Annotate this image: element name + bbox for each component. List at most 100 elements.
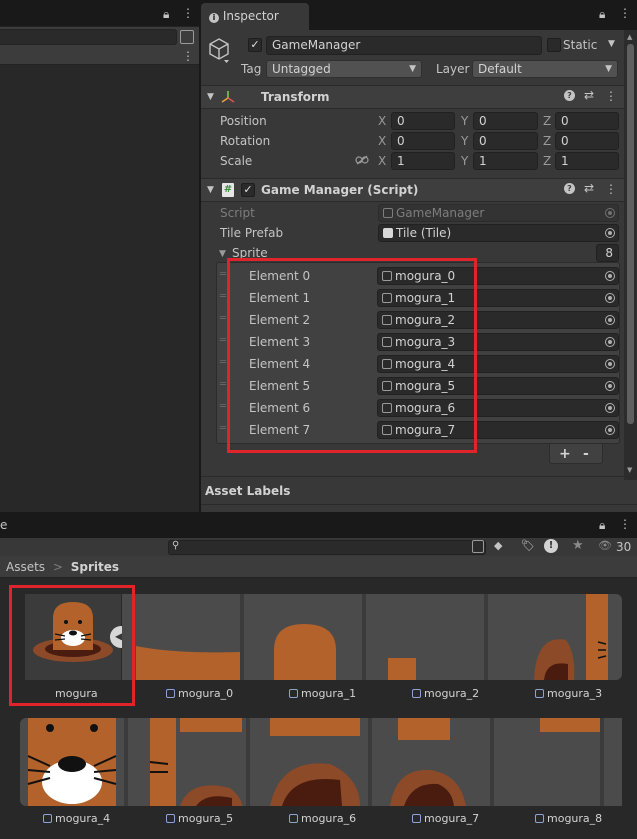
hidden-packages-icon[interactable]: ! bbox=[544, 539, 558, 553]
scale-y-field[interactable]: 1 bbox=[473, 152, 538, 170]
static-checkbox[interactable] bbox=[547, 38, 561, 52]
project-lock-icon[interactable]: 🔒︎ bbox=[599, 518, 605, 533]
element-picker-icon[interactable] bbox=[605, 293, 615, 303]
sprite-icon bbox=[166, 689, 175, 698]
gameobject-cube-icon[interactable] bbox=[207, 37, 231, 63]
drag-handle-icon[interactable]: ═ bbox=[220, 379, 226, 390]
rotation-z-axis-label: Z bbox=[543, 134, 552, 148]
sprite-strip-row2-image bbox=[27, 718, 604, 806]
scale-z-axis-label: Z bbox=[543, 154, 552, 168]
position-z-axis-label: Z bbox=[543, 114, 552, 128]
project-more-icon[interactable]: ⋮ bbox=[619, 517, 631, 531]
drag-handle-icon[interactable]: ═ bbox=[220, 423, 226, 434]
sprite-array-size-field[interactable]: 8 bbox=[596, 244, 619, 262]
breadcrumb: Assets > Sprites bbox=[0, 556, 637, 578]
layer-dropdown[interactable]: Default bbox=[472, 60, 618, 78]
script-foldout-arrow-icon[interactable]: ▼ bbox=[207, 185, 214, 195]
asset-label-text: mogura_6 bbox=[301, 812, 357, 825]
active-checkbox[interactable]: ✓ bbox=[248, 38, 262, 52]
rotation-y-field[interactable]: 0 bbox=[473, 132, 538, 150]
static-dropdown-arrow-icon[interactable]: ▼ bbox=[608, 39, 615, 49]
element-picker-icon[interactable] bbox=[605, 337, 615, 347]
inspector-lock-icon[interactable]: 🔒︎ bbox=[599, 7, 605, 22]
element-picker-icon[interactable] bbox=[605, 381, 615, 391]
search-scope-icon[interactable] bbox=[472, 540, 484, 553]
project-search-input[interactable] bbox=[168, 540, 486, 555]
tab-inspector[interactable]: i Inspector bbox=[201, 3, 309, 30]
position-z-field[interactable]: 0 bbox=[555, 112, 619, 130]
filter-by-type-icon[interactable]: ◆ bbox=[494, 539, 502, 552]
script-help-icon[interactable]: ? bbox=[564, 183, 575, 194]
script-file-icon bbox=[383, 208, 393, 218]
asset-label-text: mogura_4 bbox=[55, 812, 111, 825]
scale-x-axis-label: X bbox=[378, 154, 387, 168]
drag-handle-icon[interactable]: ═ bbox=[220, 335, 226, 346]
position-row: Position bbox=[220, 114, 267, 128]
scroll-down-arrow-icon[interactable]: ▼ bbox=[627, 466, 632, 474]
highlight-box-elements bbox=[227, 258, 477, 453]
drag-handle-icon[interactable]: ═ bbox=[220, 401, 226, 412]
position-y-field[interactable]: 0 bbox=[473, 112, 538, 130]
asset-label: mogura_4 bbox=[43, 812, 110, 825]
divider bbox=[201, 504, 637, 505]
object-name-field[interactable]: GameManager bbox=[266, 36, 542, 55]
script-more-icon[interactable]: ⋮ bbox=[605, 182, 617, 196]
rotation-x-field[interactable]: 0 bbox=[391, 132, 455, 150]
transform-axes-icon bbox=[221, 91, 235, 103]
element-picker-icon[interactable] bbox=[605, 403, 615, 413]
visible-count: 30 bbox=[616, 540, 632, 554]
element-picker-icon[interactable] bbox=[605, 271, 615, 281]
drag-handle-icon[interactable]: ═ bbox=[220, 357, 226, 368]
asset-label: mogura_8 bbox=[535, 812, 602, 825]
hierarchy-header-row bbox=[0, 47, 199, 65]
element-picker-icon[interactable] bbox=[605, 315, 615, 325]
rotation-x-axis-label: X bbox=[378, 134, 387, 148]
presets-icon[interactable]: ⇄ bbox=[584, 88, 594, 102]
hierarchy-search-input[interactable] bbox=[0, 29, 177, 45]
rotation-z-field[interactable]: 0 bbox=[555, 132, 619, 150]
breadcrumb-assets[interactable]: Assets bbox=[6, 560, 45, 574]
search-options-icon[interactable] bbox=[180, 30, 194, 44]
drag-handle-icon[interactable]: ═ bbox=[220, 291, 226, 302]
sprite-foldout-arrow-icon[interactable]: ▼ bbox=[219, 249, 226, 259]
scroll-up-arrow-icon[interactable]: ▲ bbox=[627, 33, 632, 41]
tile-prefab-field[interactable]: Tile (Tile) bbox=[378, 224, 619, 242]
tag-dropdown[interactable]: Untagged bbox=[266, 60, 422, 78]
add-element-button[interactable]: + bbox=[559, 446, 571, 462]
hierarchy-more-icon[interactable]: ⋮ bbox=[182, 49, 194, 63]
sprite-icon bbox=[43, 814, 52, 823]
rotation-label: Rotation bbox=[220, 134, 271, 148]
lock-icon[interactable]: 🔒︎ bbox=[163, 7, 169, 22]
transform-foldout-arrow-icon[interactable]: ▼ bbox=[207, 92, 214, 102]
transform-more-icon[interactable]: ⋮ bbox=[605, 89, 617, 103]
script-enabled-checkbox[interactable]: ✓ bbox=[241, 183, 255, 197]
tile-prefab-picker-icon[interactable] bbox=[605, 228, 615, 238]
script-presets-icon[interactable]: ⇄ bbox=[584, 181, 594, 195]
element-picker-icon[interactable] bbox=[605, 425, 615, 435]
position-x-field[interactable]: 0 bbox=[391, 112, 455, 130]
asset-label-text: mogura_1 bbox=[301, 687, 357, 700]
drag-handle-icon[interactable]: ═ bbox=[220, 313, 226, 324]
drag-handle-icon[interactable]: ═ bbox=[220, 269, 226, 280]
list-footer bbox=[549, 444, 603, 464]
breadcrumb-sprites[interactable]: Sprites bbox=[71, 560, 119, 574]
inspector-more-icon[interactable]: ⋮ bbox=[619, 6, 631, 20]
asset-labels-header[interactable]: Asset Labels bbox=[205, 484, 290, 498]
sprite-icon bbox=[289, 814, 298, 823]
asset-label-text: mogura_2 bbox=[424, 687, 480, 700]
favorites-star-icon[interactable]: ★ bbox=[572, 538, 584, 553]
scale-z-field[interactable]: 1 bbox=[555, 152, 619, 170]
sprite-icon bbox=[166, 814, 175, 823]
constrain-proportions-link-icon[interactable] bbox=[355, 155, 369, 165]
info-icon: i bbox=[209, 13, 219, 23]
help-icon[interactable]: ? bbox=[564, 90, 575, 101]
project-tabbar bbox=[0, 512, 637, 538]
asset-label-text: mogura_0 bbox=[178, 687, 234, 700]
scale-x-field[interactable]: 1 bbox=[391, 152, 455, 170]
project-tab-fragment[interactable]: e bbox=[0, 518, 7, 532]
filter-by-label-icon[interactable]: 🏷︎ bbox=[521, 539, 535, 552]
element-picker-icon[interactable] bbox=[605, 359, 615, 369]
inspector-scroll-thumb[interactable] bbox=[627, 44, 634, 424]
more-menu-icon[interactable]: ⋮ bbox=[182, 6, 194, 20]
remove-element-button[interactable]: - bbox=[583, 446, 589, 462]
